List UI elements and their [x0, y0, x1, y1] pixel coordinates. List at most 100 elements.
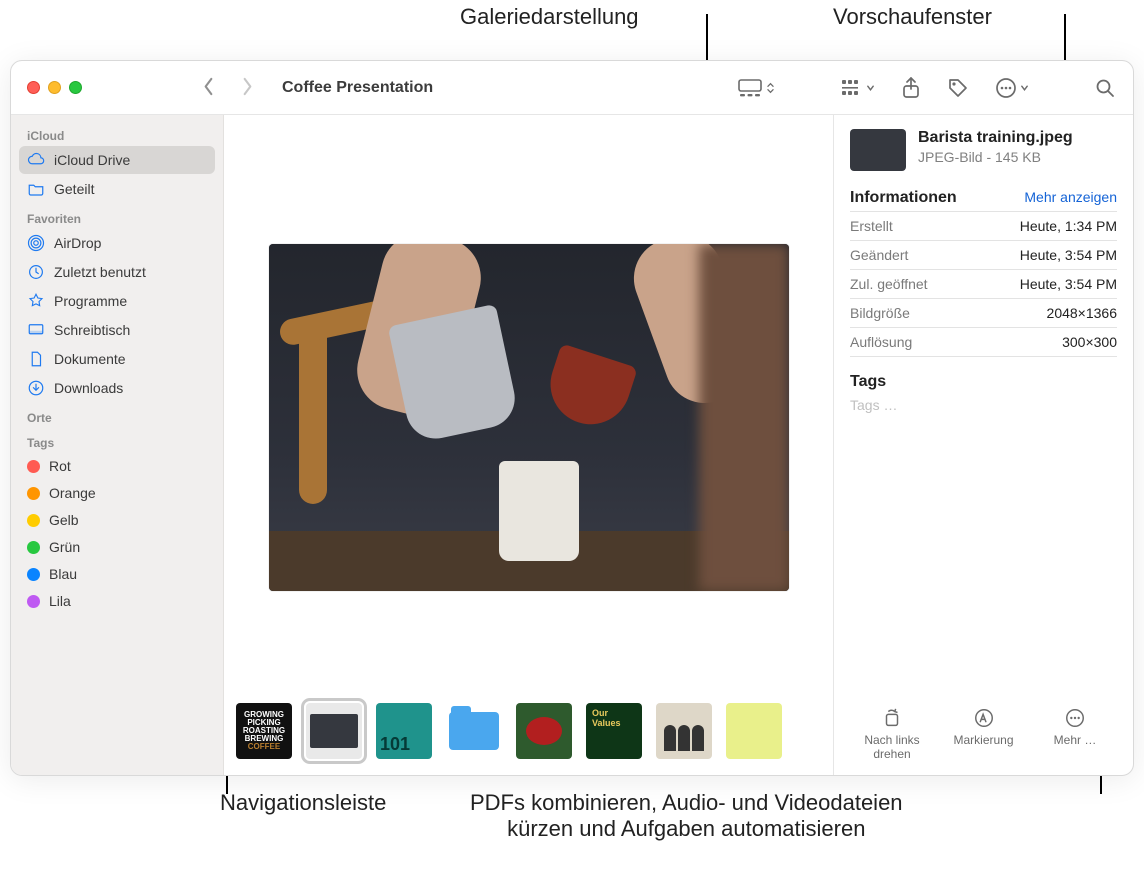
view-mode-gallery-button[interactable] [731, 75, 781, 101]
sidebar-tag-purple[interactable]: Lila [19, 588, 215, 614]
minimize-window-button[interactable] [48, 81, 61, 94]
info-key: Auflösung [850, 334, 912, 350]
cloud-icon [27, 151, 45, 169]
info-value: Heute, 1:34 PM [1020, 218, 1117, 234]
zoom-window-button[interactable] [69, 81, 82, 94]
sidebar-item-label: Grün [49, 539, 80, 555]
sidebar-tag-blue[interactable]: Blau [19, 561, 215, 587]
inspector-thumb [850, 129, 906, 171]
tags-button[interactable] [941, 73, 975, 103]
window-title: Coffee Presentation [282, 79, 433, 97]
sidebar-item-label: Orange [49, 485, 96, 501]
desktop-icon [27, 321, 45, 339]
finder-window: Coffee Presentation [10, 60, 1134, 776]
sidebar-item-documents[interactable]: Dokumente [19, 345, 215, 373]
action-rotate-left[interactable]: Nach links drehen [850, 707, 934, 761]
sidebar-header-places: Orte [19, 403, 215, 427]
action-more[interactable]: Mehr … [1033, 707, 1117, 761]
inspector-tags-input[interactable]: Tags … [850, 397, 1117, 413]
sidebar-tag-green[interactable]: Grün [19, 534, 215, 560]
forward-button[interactable] [241, 77, 254, 99]
action-label: Nach links drehen [850, 733, 934, 761]
inspector-show-more[interactable]: Mehr anzeigen [1024, 189, 1117, 205]
sidebar-header-icloud: iCloud [19, 121, 215, 145]
thumbnail-item[interactable] [726, 703, 782, 759]
sidebar-item-downloads[interactable]: Downloads [19, 374, 215, 402]
inspector-filename: Barista training.jpeg [918, 129, 1073, 147]
thumbnail-item[interactable]: OurValues [586, 703, 642, 759]
tag-dot-icon [27, 541, 40, 554]
thumbnail-item[interactable] [516, 703, 572, 759]
tag-dot-icon [27, 595, 40, 608]
sidebar-item-applications[interactable]: Programme [19, 287, 215, 315]
rotate-left-icon [881, 707, 903, 729]
thumbnail-item-folder[interactable] [446, 703, 502, 759]
sidebar-item-desktop[interactable]: Schreibtisch [19, 316, 215, 344]
group-by-button[interactable] [835, 75, 881, 101]
callout-nav-bar: Navigationsleiste [220, 790, 386, 816]
sidebar-item-icloud-drive[interactable]: iCloud Drive [19, 146, 215, 174]
info-value: 300×300 [1062, 334, 1117, 350]
sidebar-item-label: Downloads [54, 380, 123, 396]
callout-preview-pane: Vorschaufenster [833, 4, 992, 30]
sidebar-tag-red[interactable]: Rot [19, 453, 215, 479]
sidebar-item-label: Blau [49, 566, 77, 582]
sidebar-item-shared[interactable]: Geteilt [19, 175, 215, 203]
toolbar: Coffee Presentation [11, 61, 1133, 115]
action-markup[interactable]: Markierung [942, 707, 1026, 761]
clock-icon [27, 263, 45, 281]
back-button[interactable] [202, 77, 215, 99]
tag-dot-icon [27, 460, 40, 473]
tag-dot-icon [27, 514, 40, 527]
info-key: Geändert [850, 247, 908, 263]
info-value: Heute, 3:54 PM [1020, 247, 1117, 263]
inspector-tags-header: Tags [850, 373, 1117, 391]
gallery-area: GROWINGPICKINGROASTINGBREWINGCOFFEE 101 … [224, 115, 833, 775]
callout-more-actions: PDFs kombinieren, Audio- und Videodateie… [470, 790, 903, 842]
sidebar-item-label: Dokumente [54, 351, 126, 367]
inspector-actions: Nach links drehen Markierung Mehr … [850, 703, 1117, 765]
tag-dot-icon [27, 487, 40, 500]
thumbnail-item[interactable]: GROWINGPICKINGROASTINGBREWINGCOFFEE [236, 703, 292, 759]
info-value: 2048×1366 [1047, 305, 1117, 321]
preview-image[interactable] [269, 244, 789, 591]
info-key: Erstellt [850, 218, 893, 234]
sidebar-item-label: Programme [54, 293, 127, 309]
action-label: Markierung [953, 733, 1013, 747]
more-icon [1064, 707, 1086, 729]
gallery-preview [224, 115, 833, 699]
sidebar-header-favorites: Favoriten [19, 204, 215, 228]
close-window-button[interactable] [27, 81, 40, 94]
sidebar-item-recents[interactable]: Zuletzt benutzt [19, 258, 215, 286]
window-controls [27, 81, 82, 94]
sidebar-header-tags: Tags [19, 428, 215, 452]
info-key: Bildgröße [850, 305, 910, 321]
inspector-info-table: Erstellt Heute, 1:34 PM Geändert Heute, 3:… [850, 211, 1117, 357]
thumbnail-strip: GROWINGPICKINGROASTINGBREWINGCOFFEE 101 … [224, 699, 833, 775]
applications-icon [27, 292, 45, 310]
info-value: Heute, 3:54 PM [1020, 276, 1117, 292]
sidebar-item-label: Lila [49, 593, 71, 609]
thumbnail-item[interactable] [656, 703, 712, 759]
markup-icon [973, 707, 995, 729]
more-toolbar-button[interactable] [989, 73, 1035, 103]
sidebar-item-airdrop[interactable]: AirDrop [19, 229, 215, 257]
thumbnail-item-selected[interactable] [306, 703, 362, 759]
documents-icon [27, 350, 45, 368]
sidebar: iCloud iCloud Drive Geteilt Favoriten Ai… [11, 115, 224, 775]
downloads-icon [27, 379, 45, 397]
sidebar-item-label: Gelb [49, 512, 79, 528]
action-label: Mehr … [1054, 733, 1097, 747]
share-button[interactable] [895, 73, 927, 103]
search-button[interactable] [1089, 74, 1121, 102]
content-area: GROWINGPICKINGROASTINGBREWINGCOFFEE 101 … [224, 115, 1133, 775]
thumbnail-item[interactable]: 101 [376, 703, 432, 759]
sidebar-item-label: Schreibtisch [54, 322, 130, 338]
shared-folder-icon [27, 180, 45, 198]
callout-gallery-view: Galeriedarstellung [460, 4, 639, 30]
preview-pane: Barista training.jpeg JPEG-Bild - 145 KB… [833, 115, 1133, 775]
sidebar-item-label: Geteilt [54, 181, 94, 197]
sidebar-tag-orange[interactable]: Orange [19, 480, 215, 506]
sidebar-tag-yellow[interactable]: Gelb [19, 507, 215, 533]
airdrop-icon [27, 234, 45, 252]
